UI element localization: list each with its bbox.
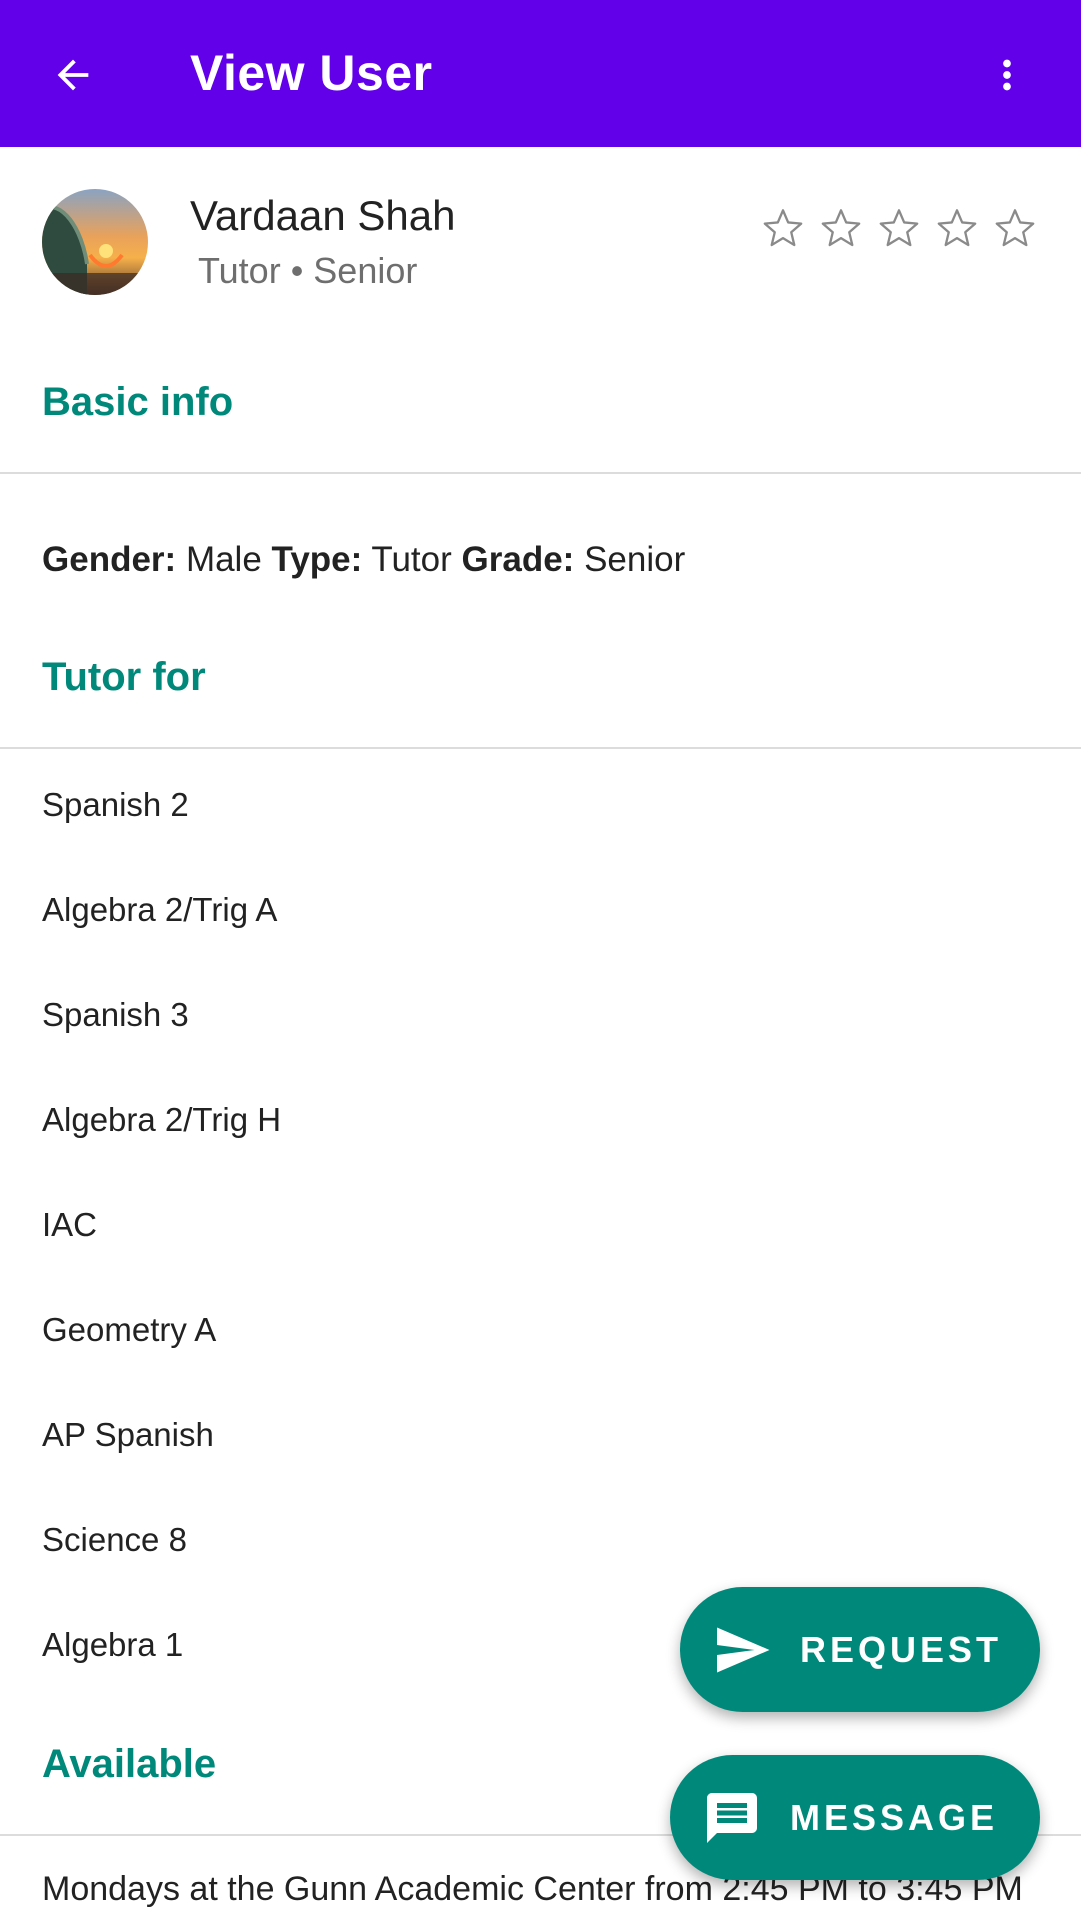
user-role-grade: Tutor • Senior	[198, 250, 418, 291]
subject-item[interactable]: Spanish 2	[0, 752, 1081, 857]
divider	[0, 747, 1081, 749]
send-icon	[717, 1627, 770, 1672]
subject-item[interactable]: Science 8	[0, 1487, 1081, 1592]
request-button-label: REQUEST	[800, 1628, 1003, 1670]
star-outline-icon[interactable]	[934, 205, 980, 251]
divider	[0, 472, 1081, 474]
grade-value: Senior	[584, 540, 686, 579]
more-options-button[interactable]	[982, 42, 1032, 108]
message-button[interactable]: MESSAGE	[670, 1755, 1040, 1880]
grade-label: Grade:	[461, 540, 575, 579]
gender-value: Male	[185, 540, 262, 579]
avatar[interactable]	[42, 189, 148, 295]
star-outline-icon[interactable]	[992, 205, 1038, 251]
profile-header: Vardaan Shah Tutor • Senior	[0, 147, 1081, 337]
subject-item[interactable]: Algebra 2/Trig H	[0, 1067, 1081, 1172]
more-vert-icon	[1003, 59, 1011, 91]
available-heading: Available	[42, 1742, 217, 1786]
app-bar: View User	[0, 0, 1081, 147]
type-label: Type:	[271, 540, 363, 579]
subject-item[interactable]: IAC	[0, 1172, 1081, 1277]
star-outline-icon[interactable]	[876, 205, 922, 251]
request-button[interactable]: REQUEST	[680, 1587, 1040, 1712]
type-value: Tutor	[371, 540, 452, 579]
subject-list: Spanish 2 Algebra 2/Trig A Spanish 3 Alg…	[0, 752, 1081, 1697]
subject-item[interactable]: Geometry A	[0, 1277, 1081, 1382]
subject-item[interactable]: Algebra 2/Trig A	[0, 857, 1081, 962]
basic-info-heading: Basic info	[42, 380, 234, 424]
tutor-for-heading: Tutor for	[42, 655, 206, 699]
back-button[interactable]	[38, 40, 108, 110]
star-outline-icon[interactable]	[818, 205, 864, 251]
rating-stars[interactable]	[760, 205, 1038, 251]
subject-item[interactable]: Spanish 3	[0, 962, 1081, 1067]
basic-info-details: Gender: Male Type: Tutor Grade: Senior	[42, 540, 685, 580]
page-title: View User	[190, 45, 433, 101]
message-button-label: MESSAGE	[790, 1796, 999, 1838]
user-name: Vardaan Shah	[190, 192, 456, 239]
message-icon	[707, 1792, 757, 1843]
arrow-back-icon	[57, 59, 89, 91]
gender-label: Gender:	[42, 540, 177, 579]
star-outline-icon[interactable]	[760, 205, 806, 251]
subject-item[interactable]: AP Spanish	[0, 1382, 1081, 1487]
